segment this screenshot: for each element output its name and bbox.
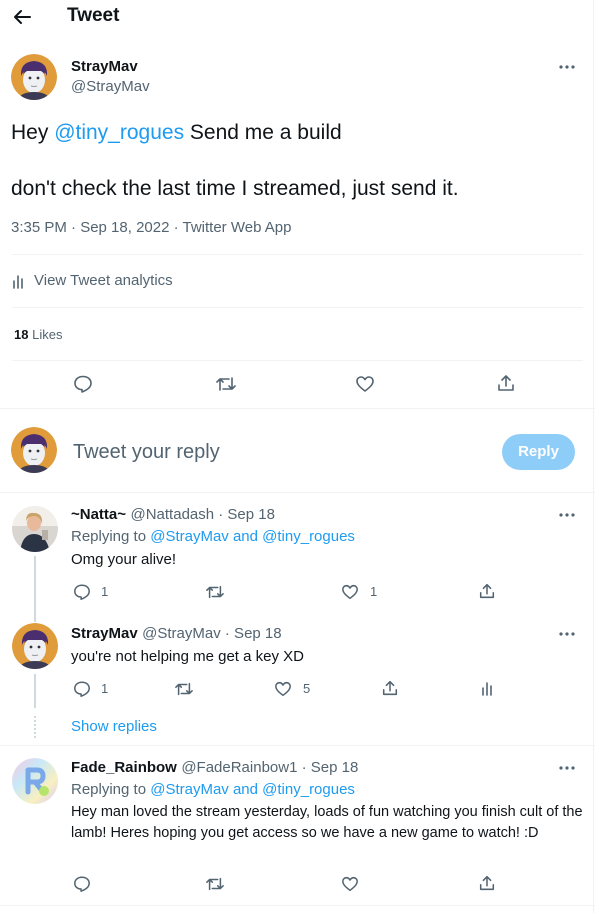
reply-count: 1 — [101, 584, 109, 599]
tweet-text-prefix: Hey — [11, 121, 55, 144]
author-handle[interactable]: @StrayMav — [71, 78, 150, 95]
like-icon[interactable] — [274, 680, 292, 698]
tweet-text-line2: don't check the last time I streamed, ju… — [11, 177, 459, 200]
more-icon[interactable] — [557, 505, 577, 525]
back-arrow-icon[interactable] — [12, 7, 32, 27]
share-icon[interactable] — [381, 679, 399, 697]
reply-text: you're not helping me get a key XD — [71, 648, 304, 665]
likes-stat[interactable]: 18 Likes — [14, 327, 62, 342]
replying-to: Replying to @StrayMav and @tiny_rogues — [71, 781, 355, 798]
replying-prefix: Replying to — [71, 528, 151, 545]
show-replies-link[interactable]: Show replies — [71, 718, 157, 735]
thread-line — [34, 556, 36, 622]
replying-users-link[interactable]: @StrayMav and @tiny_rogues — [150, 528, 355, 545]
more-icon[interactable] — [557, 758, 577, 778]
reply-text: Omg your alive! — [71, 551, 177, 568]
like-count: 1 — [370, 584, 378, 599]
author-name[interactable]: Fade_Rainbow — [71, 759, 177, 776]
tweet-meta[interactable]: 3:35 PM · Sep 18, 2022 · Twitter Web App — [11, 219, 291, 236]
replying-prefix: Replying to — [71, 781, 151, 798]
replying-users-link[interactable]: @StrayMav and @tiny_rogues — [150, 781, 355, 798]
retweet-icon[interactable] — [205, 875, 225, 893]
reply-header: ~Natta~ @Nattadash · Sep 18 — [71, 506, 275, 524]
replying-to: Replying to @StrayMav and @tiny_rogues — [71, 528, 355, 545]
share-icon[interactable] — [478, 582, 496, 600]
mention-link[interactable]: @tiny_rogues — [54, 121, 184, 144]
reply-icon[interactable] — [73, 583, 91, 601]
like-count: 5 — [303, 681, 311, 696]
author-handle-date[interactable]: @FadeRainbow1 · Sep 18 — [181, 759, 358, 776]
divider — [0, 905, 595, 906]
tweet-text: Hey @tiny_rogues Send me a build — [11, 120, 342, 146]
retweet-icon[interactable] — [215, 374, 237, 394]
avatar[interactable] — [12, 623, 58, 669]
page-title: Tweet — [67, 5, 120, 26]
divider — [12, 254, 583, 255]
divider — [12, 307, 583, 308]
avatar[interactable] — [11, 54, 57, 100]
reply-input[interactable]: Tweet your reply — [73, 441, 483, 464]
thread-line — [34, 674, 36, 708]
more-icon[interactable] — [557, 624, 577, 644]
reply-header: Fade_Rainbow @FadeRainbow1 · Sep 18 — [71, 759, 358, 777]
likes-count: 18 — [14, 327, 29, 342]
reply-icon[interactable] — [73, 680, 91, 698]
tweet-text-suffix: Send me a build — [184, 121, 342, 144]
retweet-icon[interactable] — [205, 583, 225, 601]
analytics-icon[interactable] — [481, 680, 495, 696]
column-border — [593, 0, 594, 913]
reply-button[interactable]: Reply — [502, 434, 575, 470]
retweet-icon[interactable] — [174, 680, 194, 698]
like-icon[interactable] — [341, 875, 359, 893]
author-name[interactable]: StrayMav — [71, 58, 138, 75]
share-icon[interactable] — [496, 373, 516, 393]
analytics-icon[interactable] — [12, 273, 26, 289]
composer-avatar — [11, 427, 57, 473]
like-icon[interactable] — [341, 583, 359, 601]
divider — [0, 745, 595, 746]
more-icon[interactable] — [557, 57, 577, 77]
avatar[interactable] — [12, 506, 58, 552]
reply-icon[interactable] — [73, 875, 91, 893]
divider — [0, 408, 595, 409]
like-icon[interactable] — [355, 374, 375, 394]
reply-icon[interactable] — [73, 374, 93, 394]
divider — [12, 360, 583, 361]
share-icon[interactable] — [478, 874, 496, 892]
view-analytics-link[interactable]: View Tweet analytics — [34, 272, 173, 289]
divider — [0, 492, 595, 493]
author-name[interactable]: ~Natta~ — [71, 506, 126, 523]
author-handle-date[interactable]: @StrayMav · Sep 18 — [142, 625, 281, 642]
reply-text: Hey man loved the stream yesterday, load… — [71, 804, 583, 841]
reply-header: StrayMav @StrayMav · Sep 18 — [71, 625, 282, 643]
reply-count: 1 — [101, 681, 109, 696]
author-name[interactable]: StrayMav — [71, 625, 138, 642]
author-handle-date[interactable]: @Nattadash · Sep 18 — [130, 506, 274, 523]
avatar[interactable] — [12, 758, 58, 804]
thread-line-dotted — [34, 716, 36, 738]
likes-label: Likes — [32, 327, 63, 342]
